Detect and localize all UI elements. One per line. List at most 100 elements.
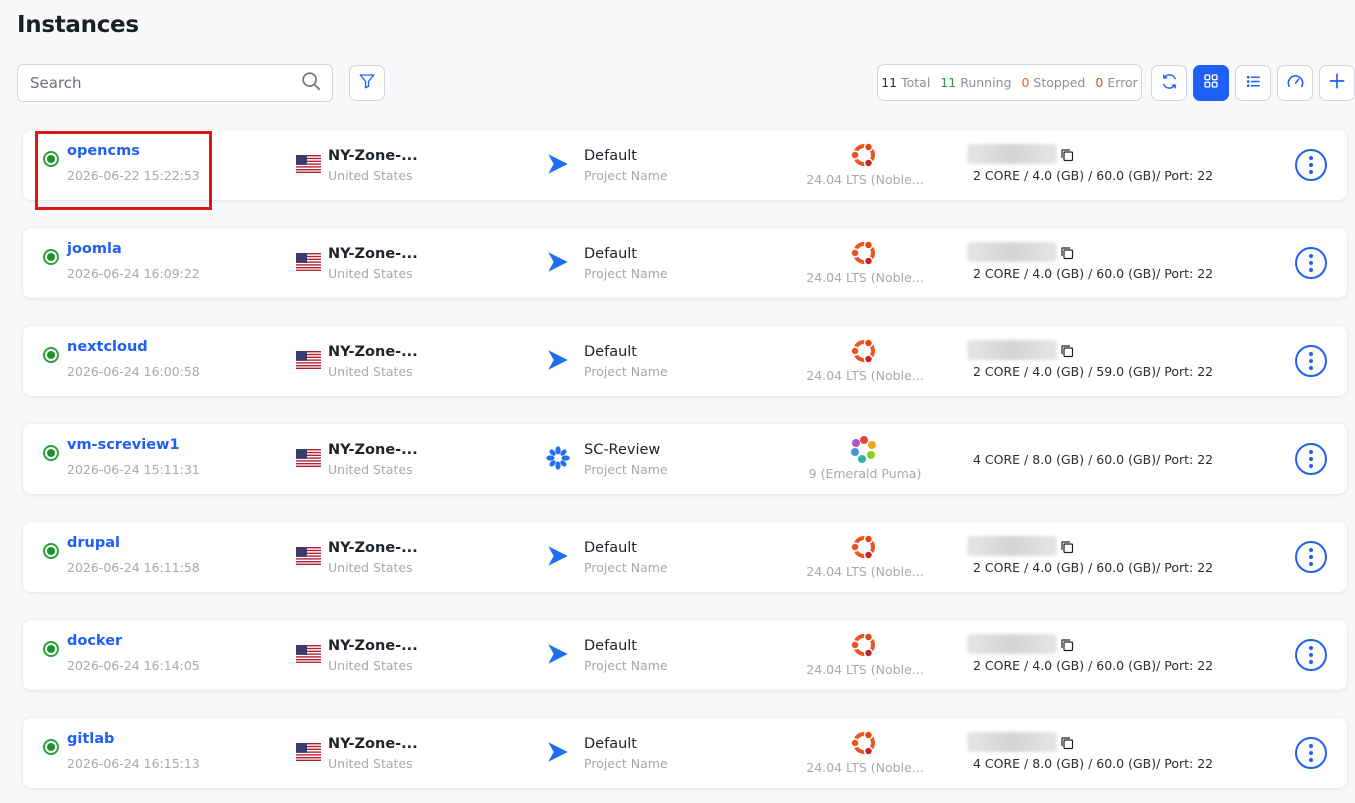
search-box[interactable] bbox=[17, 64, 333, 102]
add-instance-button[interactable] bbox=[1319, 65, 1355, 101]
instance-name-link[interactable]: nextcloud bbox=[67, 339, 148, 355]
ip-address-redacted bbox=[967, 634, 1057, 654]
instance-created-date: 2026-06-24 15:11:31 bbox=[67, 462, 200, 477]
project-name: Default bbox=[584, 736, 637, 752]
instance-menu-button[interactable] bbox=[1295, 541, 1327, 573]
zone-name: NY-Zone-... bbox=[328, 540, 418, 556]
copy-icon[interactable] bbox=[1060, 539, 1074, 554]
zone-name: NY-Zone-... bbox=[328, 344, 418, 360]
search-input[interactable] bbox=[30, 74, 300, 92]
status-running-icon bbox=[43, 543, 59, 559]
search-icon[interactable] bbox=[300, 70, 322, 96]
instance-created-date: 2026-06-24 16:14:05 bbox=[67, 658, 200, 673]
country-name: United States bbox=[328, 364, 413, 379]
instance-created-date: 2026-06-24 16:09:22 bbox=[67, 266, 200, 281]
status-running-icon bbox=[43, 249, 59, 265]
instance-name-link[interactable]: opencms bbox=[67, 143, 140, 159]
copy-icon[interactable] bbox=[1060, 147, 1074, 162]
instance-row: joomla 2026-06-24 16:09:22 NY-Zone-... U… bbox=[23, 228, 1347, 298]
instance-name-link[interactable]: joomla bbox=[67, 241, 122, 257]
error-count: 0 bbox=[1095, 75, 1104, 90]
instance-stats: 11 Total 11 Running 0 Stopped 0 Error bbox=[877, 64, 1142, 101]
project-arrow-icon bbox=[545, 347, 571, 373]
zone-name: NY-Zone-... bbox=[328, 246, 418, 262]
project-arrow-icon bbox=[545, 739, 571, 765]
ubuntu-icon bbox=[849, 336, 879, 366]
zone-name: NY-Zone-... bbox=[328, 148, 418, 164]
os-version: 24.04 LTS (Noble... bbox=[806, 760, 924, 775]
ubuntu-icon bbox=[849, 140, 879, 170]
speedometer-icon bbox=[1286, 72, 1305, 95]
page-title: Instances bbox=[17, 12, 139, 38]
us-flag-icon bbox=[296, 547, 321, 565]
os-version: 24.04 LTS (Noble... bbox=[806, 172, 924, 187]
total-label: Total bbox=[901, 75, 931, 90]
instance-name-link[interactable]: docker bbox=[67, 633, 122, 649]
os-version: 24.04 LTS (Noble... bbox=[806, 270, 924, 285]
stat-stopped: 0 Stopped bbox=[1021, 75, 1085, 90]
instance-menu-button[interactable] bbox=[1295, 737, 1327, 769]
instance-row: drupal 2026-06-24 16:11:58 NY-Zone-... U… bbox=[23, 522, 1347, 592]
instance-specs: 4 CORE / 8.0 (GB) / 60.0 (GB)/ Port: 22 bbox=[973, 452, 1214, 467]
instance-menu-button[interactable] bbox=[1295, 345, 1327, 377]
copy-icon[interactable] bbox=[1060, 735, 1074, 750]
project-label: Project Name bbox=[584, 462, 668, 477]
instance-name-link[interactable]: gitlab bbox=[67, 731, 114, 747]
instance-created-date: 2026-06-24 16:15:13 bbox=[67, 756, 200, 771]
ip-address-redacted bbox=[967, 732, 1057, 752]
instance-created-date: 2026-06-24 16:11:58 bbox=[67, 560, 200, 575]
status-running-icon bbox=[43, 739, 59, 755]
refresh-button[interactable] bbox=[1151, 65, 1187, 101]
instance-name-link[interactable]: vm-screview1 bbox=[67, 437, 180, 453]
instance-menu-button[interactable] bbox=[1295, 443, 1327, 475]
total-count: 11 bbox=[881, 75, 898, 90]
instance-menu-button[interactable] bbox=[1295, 247, 1327, 279]
project-label: Project Name bbox=[584, 658, 668, 673]
os-version: 9 (Emerald Puma) bbox=[808, 466, 922, 481]
ubuntu-icon bbox=[849, 532, 879, 562]
os-logo-icon bbox=[849, 434, 879, 464]
instance-row: gitlab 2026-06-24 16:15:13 NY-Zone-... U… bbox=[23, 718, 1347, 788]
copy-icon[interactable] bbox=[1060, 343, 1074, 358]
instance-specs: 2 CORE / 4.0 (GB) / 60.0 (GB)/ Port: 22 bbox=[973, 266, 1214, 281]
country-name: United States bbox=[328, 658, 413, 673]
project-label: Project Name bbox=[584, 168, 668, 183]
ip-address-redacted bbox=[967, 340, 1057, 360]
list-view-button[interactable] bbox=[1235, 65, 1271, 101]
instance-created-date: 2026-06-24 16:00:58 bbox=[67, 364, 200, 379]
grid-view-button[interactable] bbox=[1193, 65, 1229, 101]
os-version: 24.04 LTS (Noble... bbox=[806, 368, 924, 383]
speedometer-button[interactable] bbox=[1277, 65, 1313, 101]
us-flag-icon bbox=[296, 449, 321, 467]
stat-running: 11 Running bbox=[940, 75, 1011, 90]
us-flag-icon bbox=[296, 155, 321, 173]
project-arrow-icon bbox=[545, 249, 571, 275]
zone-name: NY-Zone-... bbox=[328, 736, 418, 752]
filter-icon bbox=[358, 72, 376, 94]
stopped-label: Stopped bbox=[1033, 75, 1086, 90]
copy-icon[interactable] bbox=[1060, 245, 1074, 260]
os-version: 24.04 LTS (Noble... bbox=[806, 662, 924, 677]
country-name: United States bbox=[328, 756, 413, 771]
project-name: Default bbox=[584, 148, 637, 164]
error-label: Error bbox=[1107, 75, 1138, 90]
copy-icon[interactable] bbox=[1060, 637, 1074, 652]
instance-specs: 2 CORE / 4.0 (GB) / 60.0 (GB)/ Port: 22 bbox=[973, 168, 1214, 183]
country-name: United States bbox=[328, 168, 413, 183]
filter-button[interactable] bbox=[349, 65, 385, 101]
instance-name-link[interactable]: drupal bbox=[67, 535, 120, 551]
ip-address-redacted bbox=[967, 536, 1057, 556]
project-label: Project Name bbox=[584, 266, 668, 281]
instance-menu-button[interactable] bbox=[1295, 639, 1327, 671]
project-flower-icon bbox=[545, 445, 571, 471]
us-flag-icon bbox=[296, 743, 321, 761]
ip-address-redacted bbox=[967, 242, 1057, 262]
instance-row: nextcloud 2026-06-24 16:00:58 NY-Zone-..… bbox=[23, 326, 1347, 396]
grid-view-icon bbox=[1203, 73, 1219, 93]
instance-menu-button[interactable] bbox=[1295, 149, 1327, 181]
country-name: United States bbox=[328, 462, 413, 477]
project-label: Project Name bbox=[584, 364, 668, 379]
ip-address-redacted bbox=[967, 144, 1057, 164]
instance-row: opencms 2026-06-22 15:22:53 NY-Zone-... … bbox=[23, 130, 1347, 200]
project-arrow-icon bbox=[545, 543, 571, 569]
